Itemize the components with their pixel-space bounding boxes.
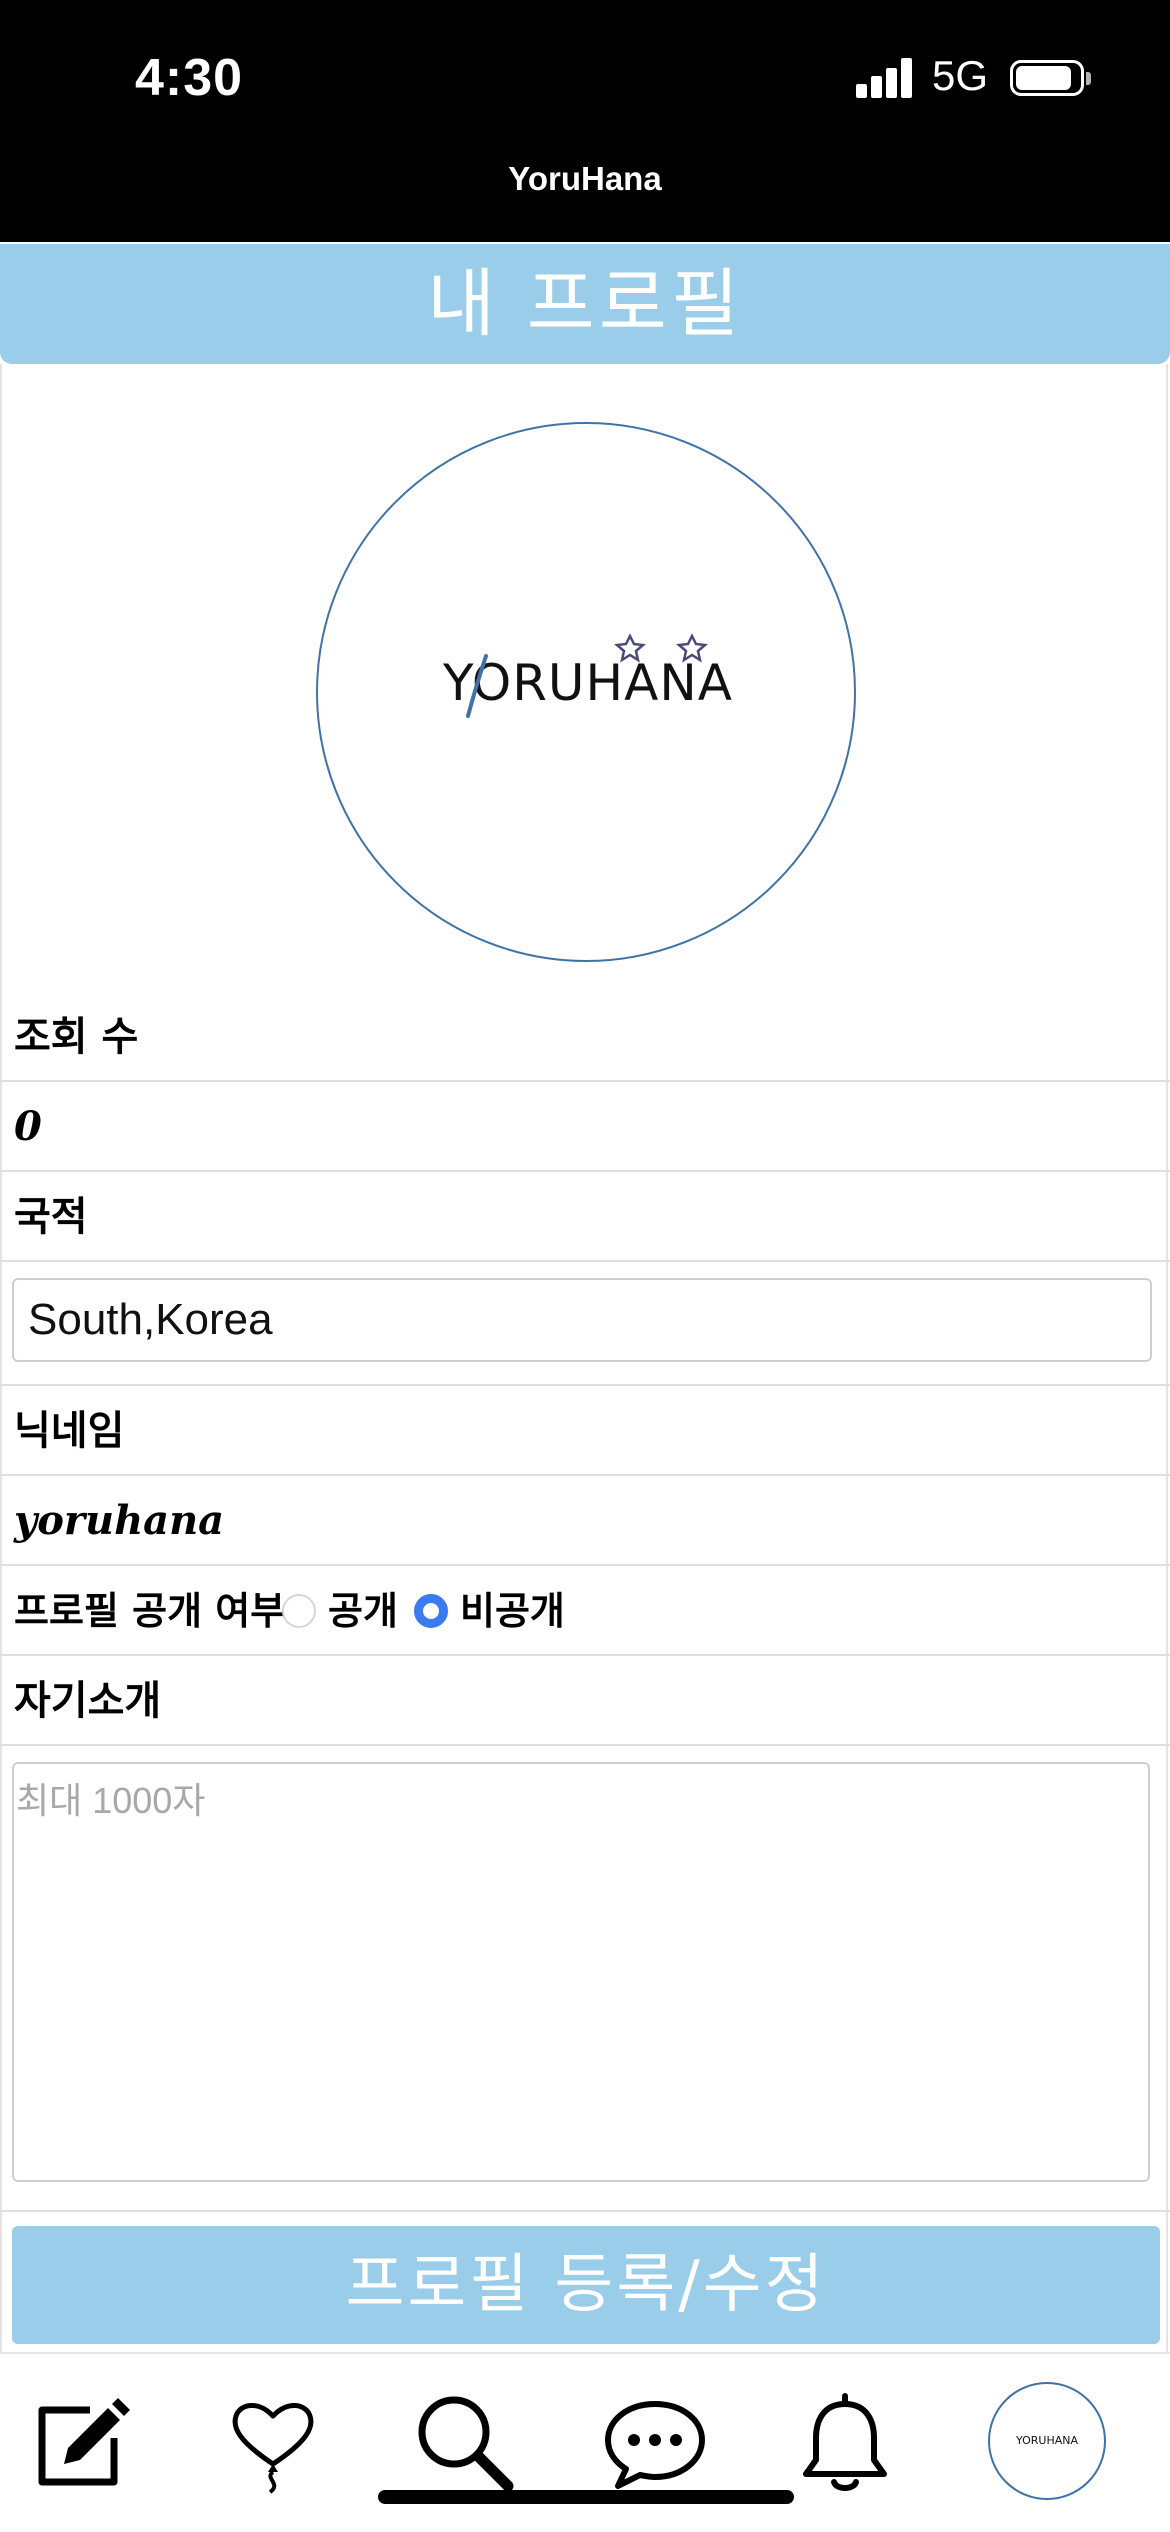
home-indicator[interactable] [378,2490,794,2504]
nickname-label-row: 닉네임 [0,1386,1170,1476]
page-title: 내 프로필 [0,244,1170,364]
yoruhana-logo: YORUHANA [318,424,858,964]
divider [0,2210,1170,2212]
tab-profile-avatar[interactable]: YORUHANA [988,2382,1106,2500]
signal-icon [856,58,914,98]
star-icon [676,633,708,663]
app-title: YoruHana [508,160,662,197]
visibility-label: 프로필 공개 여부 [14,1589,286,1633]
private-radio-label[interactable]: 비공개 [460,1566,565,1656]
battery-level [1016,66,1071,90]
views-label-row: 조회 수 [0,992,1170,1082]
public-radio[interactable] [282,1594,316,1628]
private-radio[interactable] [414,1594,448,1628]
edit-icon [38,2398,130,2486]
battery-cap [1086,72,1091,85]
bell-icon [803,2393,887,2491]
status-bar: 4:30 5G YoruHana [0,0,1170,242]
tab-likes[interactable] [218,2386,328,2496]
tab-edit[interactable] [28,2386,138,2496]
nickname-label: 닉네임 [14,1408,125,1454]
tab-search[interactable] [408,2386,518,2496]
views-value-row: 0 [0,1082,1170,1172]
status-time: 4:30 [135,49,244,107]
bio-textarea[interactable]: 최대 1000자 [12,1762,1150,2182]
battery-icon [1010,60,1084,96]
nationality-label: 국적 [14,1194,88,1240]
nickname-value-row: yoruhana [0,1476,1170,1566]
profile-avatar[interactable]: YORUHANA [316,422,856,962]
views-label: 조회 수 [14,1014,139,1060]
chat-bubble-icon [605,2401,705,2489]
submit-profile-button[interactable]: 프로필 등록/수정 [12,2226,1160,2344]
bio-label: 자기소개 [14,1678,162,1724]
views-value: 0 [14,1103,42,1150]
tab-notifications[interactable] [790,2386,900,2496]
visibility-row: 프로필 공개 여부 공개 비공개 [0,1566,1170,1656]
search-icon [418,2396,514,2492]
heart-balloon-icon [232,2403,314,2494]
nickname-value: yoruhana [14,1497,225,1544]
logo-decoration [466,633,708,718]
bio-label-row: 자기소개 [0,1656,1170,1746]
public-radio-label[interactable]: 공개 [328,1566,398,1656]
bottom-tab-bar: YORUHANA [0,2352,1170,2532]
nationality-label-row: 국적 [0,1172,1170,1262]
nationality-input[interactable]: South,Korea [12,1278,1152,1362]
network-type: 5G [932,52,989,99]
star-icon [614,633,646,663]
tab-chat[interactable] [600,2386,710,2496]
